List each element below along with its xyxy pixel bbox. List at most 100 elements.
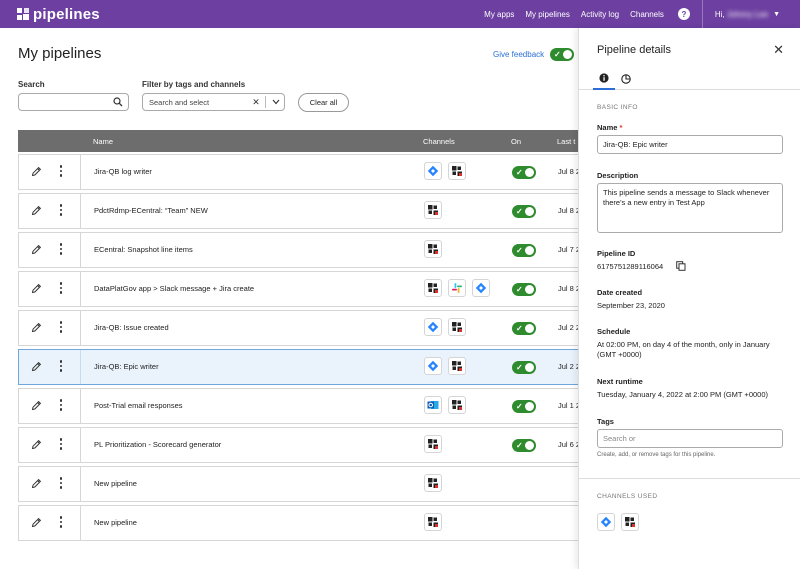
pipeline-name[interactable]: DataPlatGov app > Slack message + Jira c…: [94, 284, 254, 293]
column-last-run[interactable]: Last t: [557, 137, 575, 146]
pipeline-on-toggle[interactable]: ✓: [512, 322, 536, 335]
quickbase-icon: [448, 318, 466, 336]
copy-icon[interactable]: [676, 261, 686, 271]
more-options-icon[interactable]: [57, 243, 65, 257]
schedule-label: Schedule: [597, 327, 631, 336]
more-options-icon[interactable]: [57, 321, 65, 335]
pipeline-name[interactable]: PdctRdmp-ECentral: “Team” NEW: [94, 206, 208, 215]
pipeline-name[interactable]: Post-Trial email responses: [94, 401, 183, 410]
row-actions: [19, 272, 81, 306]
more-options-icon[interactable]: [57, 360, 65, 374]
pipeline-name[interactable]: Jira-QB: Epic writer: [94, 362, 159, 371]
nav-channels[interactable]: Channels: [630, 10, 664, 19]
pipeline-name[interactable]: ECentral: Snapshot line items: [94, 245, 193, 254]
edit-icon[interactable]: [31, 361, 42, 372]
pipeline-on-toggle[interactable]: ✓: [512, 400, 536, 413]
panel-divider: [579, 478, 800, 479]
edit-icon[interactable]: [31, 478, 42, 489]
jira-icon: [424, 162, 442, 180]
more-options-icon[interactable]: [57, 165, 65, 179]
quickbase-icon: [424, 201, 442, 219]
jira-icon: [597, 513, 615, 531]
name-label: Name *: [597, 123, 622, 132]
more-options-icon[interactable]: [57, 516, 65, 530]
last-run-date: Jul 8 2: [558, 167, 578, 176]
user-menu[interactable]: Hi, Johnny Lee ▼: [715, 10, 780, 19]
more-options-icon[interactable]: [57, 282, 65, 296]
row-channels: [424, 435, 448, 453]
search-label: Search: [18, 80, 45, 89]
name-field[interactable]: Jira-QB: Epic writer: [597, 135, 783, 154]
feedback-toggle[interactable]: ✓: [550, 48, 574, 61]
table-row[interactable]: Jira-QB: Issue created ✓ Jul 2 2: [18, 310, 578, 346]
row-channels: [424, 162, 472, 180]
table-row[interactable]: PdctRdmp-ECentral: “Team” NEW ✓ Jul 8 2: [18, 193, 578, 229]
table-row[interactable]: ECentral: Snapshot line items ✓ Jul 7 2: [18, 232, 578, 268]
clear-all-button[interactable]: Clear all: [298, 93, 349, 112]
user-greeting: Hi,: [714, 9, 725, 19]
table-row[interactable]: Jira-QB log writer ✓ Jul 8 2: [18, 154, 578, 190]
row-channels: [424, 474, 448, 492]
pipeline-on-toggle[interactable]: ✓: [512, 361, 536, 374]
pipeline-on-toggle[interactable]: ✓: [512, 205, 536, 218]
panel-tabs: [579, 68, 800, 90]
table-row[interactable]: DataPlatGov app > Slack message + Jira c…: [18, 271, 578, 307]
edit-icon[interactable]: [31, 166, 42, 177]
more-options-icon[interactable]: [57, 399, 65, 413]
row-channels: [424, 318, 472, 336]
tab-history[interactable]: [615, 68, 637, 90]
pipeline-id-value: 6175751289116064: [597, 262, 664, 271]
slack-icon: [448, 279, 466, 297]
pipeline-name[interactable]: New pipeline: [94, 518, 137, 527]
required-marker: *: [619, 123, 623, 132]
tags-input[interactable]: Search or: [597, 429, 783, 448]
pipeline-details-panel: Pipeline details ✕ BASIC INFO Name * Jir…: [578, 28, 800, 569]
filter-select[interactable]: Search and select ✕: [142, 93, 285, 111]
main-content: My pipelines Give feedback ✓ Search Filt…: [0, 0, 578, 569]
column-name[interactable]: Name: [93, 137, 113, 146]
edit-icon[interactable]: [31, 244, 42, 255]
help-icon[interactable]: ?: [677, 8, 690, 20]
edit-icon[interactable]: [31, 400, 42, 411]
pipeline-name[interactable]: New pipeline: [94, 479, 137, 488]
date-created-label: Date created: [597, 288, 643, 297]
clear-icon[interactable]: ✕: [249, 97, 263, 108]
more-options-icon[interactable]: [57, 477, 65, 491]
search-icon[interactable]: [113, 97, 123, 107]
give-feedback-link[interactable]: Give feedback: [493, 50, 544, 59]
edit-icon[interactable]: [31, 322, 42, 333]
jira-icon: [472, 279, 490, 297]
column-on[interactable]: On: [511, 137, 521, 146]
tags-hint: Create, add, or remove tags for this pip…: [597, 452, 716, 458]
table-row[interactable]: New pipeline: [18, 505, 578, 541]
chevron-down-icon[interactable]: [268, 98, 284, 107]
description-field[interactable]: This pipeline sends a message to Slack w…: [597, 183, 783, 233]
close-icon[interactable]: ✕: [773, 42, 784, 58]
last-run-date: Jul 7 2: [558, 245, 578, 254]
nav-activity-log[interactable]: Activity log: [581, 10, 619, 19]
edit-icon[interactable]: [31, 205, 42, 216]
more-options-icon[interactable]: [57, 204, 65, 218]
info-icon: [599, 73, 609, 83]
pipeline-on-toggle[interactable]: ✓: [512, 244, 536, 257]
table-row[interactable]: Jira-QB: Epic writer ✓ Jul 2 2: [18, 349, 578, 385]
pipeline-on-toggle[interactable]: ✓: [512, 439, 536, 452]
pipeline-name[interactable]: Jira-QB log writer: [94, 167, 152, 176]
filter-placeholder: Search and select: [149, 97, 210, 107]
search-input[interactable]: [18, 93, 129, 111]
edit-icon[interactable]: [31, 283, 42, 294]
tab-info[interactable]: [593, 68, 615, 90]
column-channels[interactable]: Channels: [423, 137, 455, 146]
edit-icon[interactable]: [31, 517, 42, 528]
pipeline-name[interactable]: Jira-QB: Issue created: [94, 323, 169, 332]
table-row[interactable]: PL Prioritization - Scorecard generator ✓…: [18, 427, 578, 463]
pipeline-on-toggle[interactable]: ✓: [512, 166, 536, 179]
more-options-icon[interactable]: [57, 438, 65, 452]
edit-icon[interactable]: [31, 439, 42, 450]
pipeline-on-toggle[interactable]: ✓: [512, 283, 536, 296]
table-row[interactable]: New pipeline: [18, 466, 578, 502]
table-row[interactable]: Post-Trial email responses ✓ Jul 1 2: [18, 388, 578, 424]
pipeline-name[interactable]: PL Prioritization - Scorecard generator: [94, 440, 221, 449]
last-run-date: Jul 2 2: [558, 323, 578, 332]
last-run-date: Jul 6 2: [558, 440, 578, 449]
